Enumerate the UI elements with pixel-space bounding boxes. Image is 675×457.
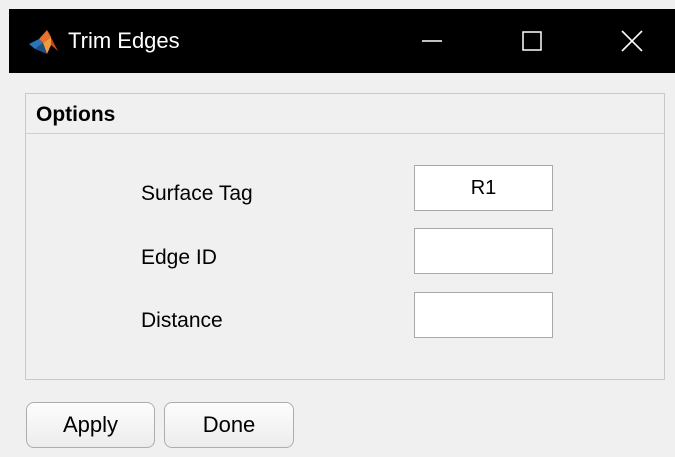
surface-tag-label: Surface Tag [141,182,253,205]
apply-button[interactable]: Apply [26,402,155,448]
edge-id-input[interactable] [414,228,553,274]
maximize-icon [522,31,542,51]
window-title: Trim Edges [68,28,180,53]
edge-id-label: Edge ID [141,246,217,269]
close-icon [621,30,643,52]
surface-tag-input[interactable] [414,165,553,211]
matlab-logo-icon [27,29,59,55]
distance-input[interactable] [414,292,553,338]
minimize-button[interactable] [401,9,463,73]
close-button[interactable] [601,9,663,73]
maximize-button[interactable] [501,9,563,73]
title-bar[interactable]: Trim Edges [9,9,675,73]
minimize-icon [422,31,442,51]
done-button[interactable]: Done [164,402,294,448]
trim-edges-window: Trim Edges Options Surface Tag R1 Edge I… [9,9,675,457]
options-panel: Options Surface Tag Edge ID Distance [25,93,665,380]
options-panel-title: Options [36,103,116,126]
options-panel-header: Options [26,94,664,134]
distance-label: Distance [141,309,223,332]
